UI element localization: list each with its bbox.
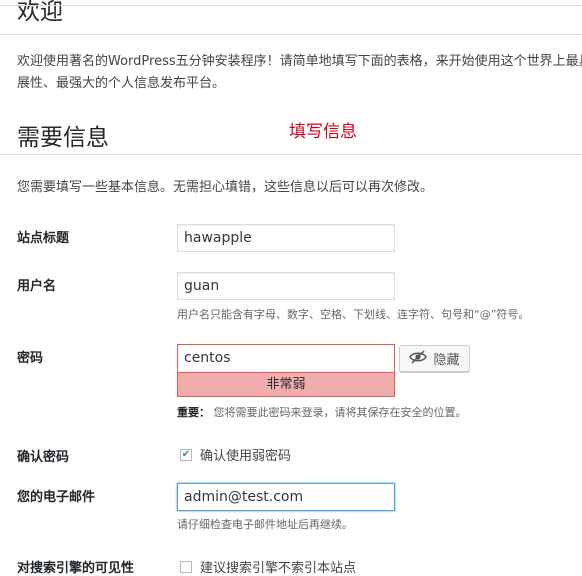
top-divider — [0, 5, 582, 6]
username-label: 用户名 — [17, 279, 57, 294]
email-input[interactable]: admin@test.com — [177, 483, 395, 511]
welcome-divider — [0, 34, 582, 35]
checkmark-icon: ✔ — [181, 448, 191, 460]
welcome-title: 欢迎 — [17, 0, 63, 25]
search-visibility-checkbox-label[interactable]: 建议搜索引擎不索引本站点 — [200, 557, 356, 576]
username-input[interactable]: guan — [177, 272, 395, 300]
confirm-weak-password-checkbox[interactable]: ✔ — [180, 448, 192, 461]
confirm-weak-password-row[interactable]: ✔ 确认使用弱密码 — [180, 445, 291, 464]
username-hint: 用户名只能含有字母、数字、空格、下划线、连字符、句号和“@”符号。 — [177, 308, 530, 321]
confirm-weak-password-label[interactable]: 确认使用弱密码 — [200, 445, 291, 464]
sub-intro-text: 您需要填写一些基本信息。无需担心填错，这些信息以后可以再次修改。 — [17, 180, 434, 195]
section-title: 需要信息 — [17, 125, 109, 151]
password-note-strong: 重要： — [177, 406, 210, 419]
email-hint: 请仔细检查电子邮件地址后再继续。 — [177, 518, 353, 531]
hide-password-button[interactable]: 隐藏 — [399, 345, 470, 372]
password-strength-meter: 非常弱 — [177, 372, 395, 397]
site-title-input[interactable]: hawapple — [177, 224, 395, 252]
password-input[interactable]: centos — [177, 344, 395, 372]
email-label: 您的电子邮件 — [17, 490, 96, 505]
search-visibility-checkbox[interactable] — [180, 560, 192, 573]
password-label: 密码 — [17, 351, 44, 366]
eye-slash-icon — [409, 350, 428, 368]
hide-password-label: 隐藏 — [433, 353, 460, 368]
section-divider — [0, 154, 582, 155]
password-note-text: 您将需要此密码来登录，请将其保存在安全的位置。 — [213, 406, 467, 419]
confirm-password-label: 确认密码 — [17, 450, 70, 465]
annotation-text: 填写信息 — [289, 122, 357, 142]
password-note: 重要： 您将需要此密码来登录，请将其保存在安全的位置。 — [177, 404, 467, 420]
search-visibility-label: 对搜索引擎的可见性 — [17, 561, 135, 576]
intro-text: 欢迎使用著名的WordPress五分钟安装程序！请简单地填写下面的表格，来开始使… — [17, 54, 582, 91]
search-visibility-row[interactable]: 建议搜索引擎不索引本站点 — [180, 557, 356, 576]
site-title-label: 站点标题 — [17, 231, 70, 246]
